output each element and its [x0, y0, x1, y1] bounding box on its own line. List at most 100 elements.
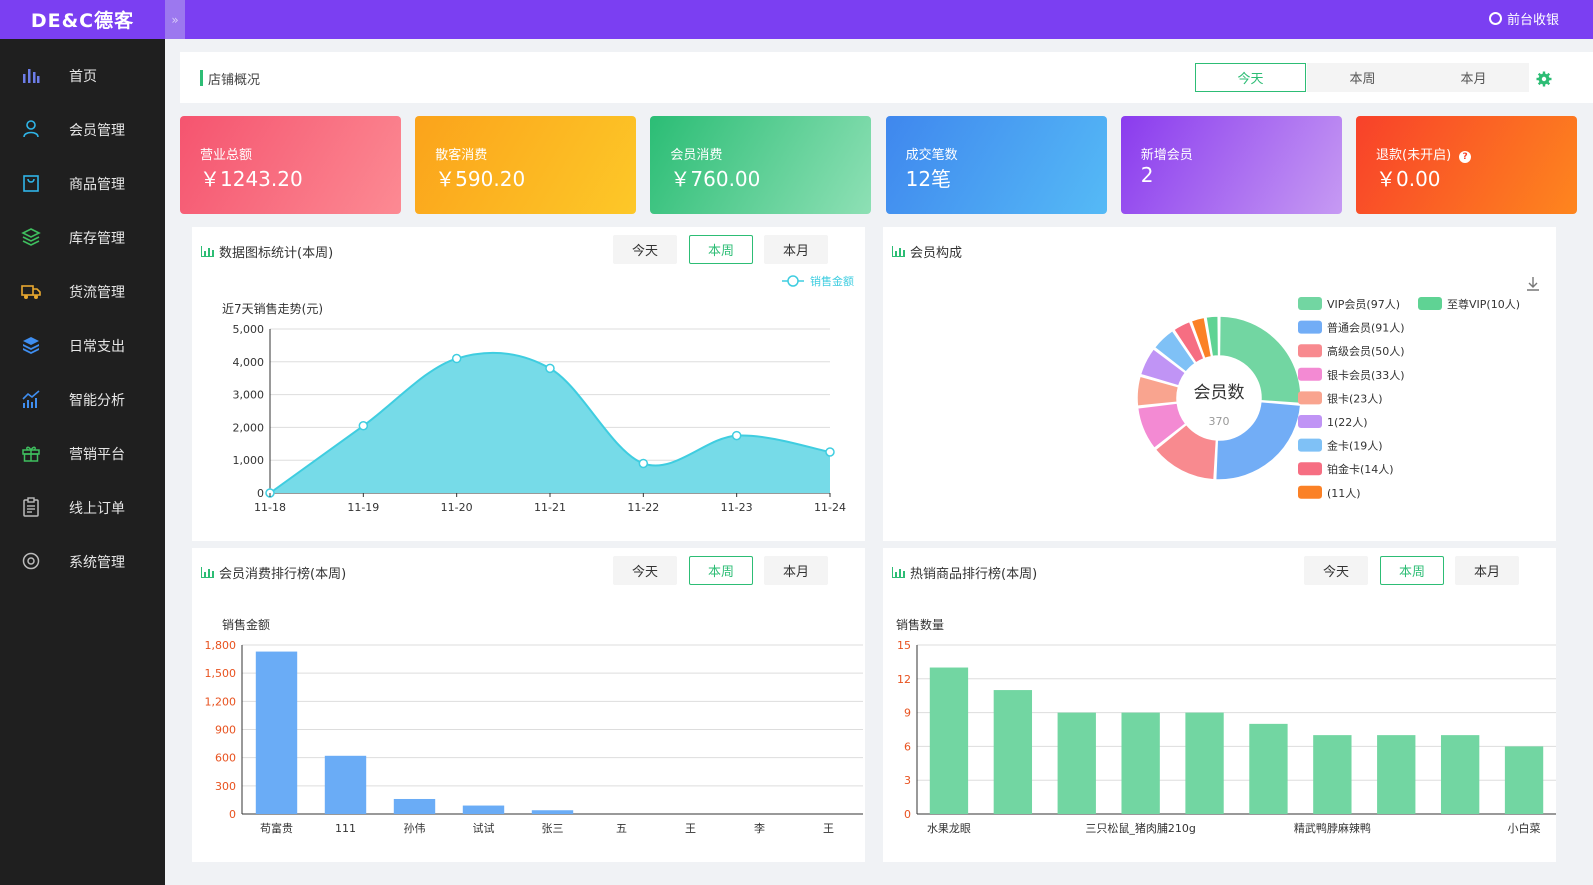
legend-swatch — [1298, 485, 1322, 499]
legend-swatch — [1298, 391, 1322, 405]
bar — [1440, 735, 1480, 814]
pie-slice — [1153, 329, 1197, 374]
pie-slice — [1190, 316, 1213, 360]
download-icon[interactable] — [1526, 276, 1540, 292]
sidebar-item-9[interactable]: 系统管理 — [0, 535, 165, 589]
tab-today[interactable]: 今天 — [1304, 556, 1368, 585]
legend-label: 高级会员(50人) — [1327, 344, 1405, 358]
bar-chart-icon — [23, 69, 40, 83]
sidebar-item-3[interactable]: 库存管理 — [0, 211, 165, 265]
bar — [1185, 712, 1224, 814]
sidebar: 首页会员管理商品管理 库存管理 货流管理日常支出智能分析营销平台线上订单 系统管理 — [0, 39, 165, 885]
sidebar-item-label: 首页 — [69, 69, 97, 85]
x-tick-label: 王 — [685, 822, 696, 835]
sidebar-item-7[interactable]: 营销平台 — [0, 427, 165, 481]
collapse-sidebar-button[interactable]: » — [165, 0, 185, 39]
tab-week[interactable]: 本周 — [689, 556, 753, 585]
pie-slice — [1136, 402, 1187, 450]
settings-icon — [22, 552, 40, 570]
stat-label: 成交笔数 — [905, 148, 958, 163]
bar — [1313, 735, 1352, 814]
pie-slice — [1214, 400, 1302, 481]
bar — [1377, 735, 1416, 814]
legend-label: 至尊VIP(10人) — [1447, 297, 1520, 311]
sidebar-item-4[interactable]: 货流管理 — [0, 265, 165, 319]
data-point — [265, 488, 275, 498]
tab-month[interactable]: 本月 — [764, 556, 828, 585]
page-title: 店铺概况 — [208, 73, 261, 88]
panel-title-text: 数据图标统计(本周) — [219, 246, 334, 261]
tab-month[interactable]: 本月 — [1455, 556, 1519, 585]
y-tick-label: 600 — [215, 752, 236, 765]
tab-week[interactable]: 本周 — [1307, 63, 1418, 92]
sidebar-item-5[interactable]: 日常支出 — [0, 319, 165, 373]
legend-label: 普通会员(91人) — [1327, 321, 1405, 335]
tab-today[interactable]: 今天 — [613, 556, 677, 585]
stat-value: 12笔 — [905, 167, 952, 191]
area-fill — [270, 352, 830, 493]
tab-month[interactable]: 本月 — [764, 235, 828, 264]
y-tick-label: 0 — [229, 808, 236, 821]
x-tick-label: 11-23 — [721, 501, 753, 514]
tab-week[interactable]: 本周 — [1380, 556, 1444, 585]
cashier-button[interactable]: 前台收银 — [1488, 0, 1559, 36]
x-tick-label: 李 — [754, 821, 765, 835]
layers-icon — [21, 228, 41, 246]
bar — [1057, 712, 1096, 814]
y-tick-label: 900 — [215, 724, 236, 737]
overview-header: 店铺概况 今天 本周 本月 — [180, 52, 1593, 103]
member-composition-panel: 会员构成 会员数 370 VIP会员(97人) 普通会员(91人) 高级会员(50人) 银… — [883, 227, 1556, 541]
bar — [993, 690, 1033, 814]
chart-icon — [201, 567, 214, 578]
panel-title: 数据图标统计(本周) — [201, 242, 333, 261]
x-tick-label: 11-20 — [441, 501, 473, 514]
sidebar-item-8[interactable]: 线上订单 — [0, 481, 165, 535]
stat-card: 散客消费 ￥590.20 — [415, 116, 637, 214]
legend-label: 银卡(23人) — [1327, 391, 1383, 405]
x-tick-label: 11-18 — [254, 501, 286, 514]
legend-swatch — [1298, 438, 1322, 452]
legend-swatch — [1298, 367, 1322, 381]
y-tick-label: 1,000 — [233, 454, 265, 467]
sidebar-item-0[interactable]: 首页 — [0, 49, 165, 103]
legend-label: (11人) — [1327, 487, 1361, 500]
gear-icon[interactable] — [1536, 71, 1552, 87]
sidebar-item-label: 会员管理 — [69, 123, 125, 139]
legend-label: 1(22人) — [1327, 416, 1368, 429]
cashier-label: 前台收银 — [1506, 12, 1559, 28]
bar — [462, 805, 505, 814]
y-tick-label: 5,000 — [233, 323, 265, 336]
pie-slice — [1154, 423, 1218, 481]
y-tick-label: 1,800 — [205, 639, 237, 652]
x-tick-label: 小白菜 — [1508, 821, 1541, 835]
x-tick-label: 五 — [616, 822, 627, 835]
member-ranking-panel: 会员消费排行榜(本周) 今天 本周 本月 销售金额 0 300 600 900 1,200… — [192, 548, 865, 862]
top-bar: DE&C德客 » 前台收银 — [0, 0, 1593, 39]
stack-icon — [23, 337, 39, 354]
data-point — [451, 353, 462, 364]
x-tick-label: 三只松鼠_猪肉脯210g — [1085, 821, 1195, 835]
sidebar-item-2[interactable]: 商品管理 — [0, 157, 165, 211]
help-icon[interactable]: ? — [1459, 151, 1472, 163]
bar — [1504, 746, 1544, 814]
tab-week[interactable]: 本周 — [689, 235, 753, 264]
sales-trend-panel: 数据图标统计(本周) 今天 本周 本月 近7天销售走势(元) 0 1,000 2,00… — [192, 227, 865, 541]
tab-today[interactable]: 今天 — [613, 235, 677, 264]
legend-label: 销售金额 — [810, 274, 854, 288]
tab-today[interactable]: 今天 — [1195, 63, 1306, 92]
donut-center-label: 会员数 — [1194, 383, 1245, 403]
user-icon — [23, 120, 39, 138]
panel-title: 热销商品排行榜(本周) — [892, 563, 1037, 582]
stat-label: 会员消费 — [670, 148, 723, 163]
data-point — [825, 447, 835, 457]
sidebar-item-label: 营销平台 — [69, 447, 125, 463]
pie-slice — [1205, 315, 1220, 358]
stat-value: ￥0.00 — [1376, 167, 1441, 191]
legend-label: 金卡(19人) — [1327, 439, 1383, 453]
sidebar-item-1[interactable]: 会员管理 — [0, 103, 165, 157]
x-tick-label: 11-24 — [814, 501, 846, 514]
sidebar-item-6[interactable]: 智能分析 — [0, 373, 165, 427]
tab-month[interactable]: 本月 — [1418, 63, 1529, 92]
bar — [929, 667, 969, 814]
sidebar-item-label: 日常支出 — [69, 339, 125, 355]
